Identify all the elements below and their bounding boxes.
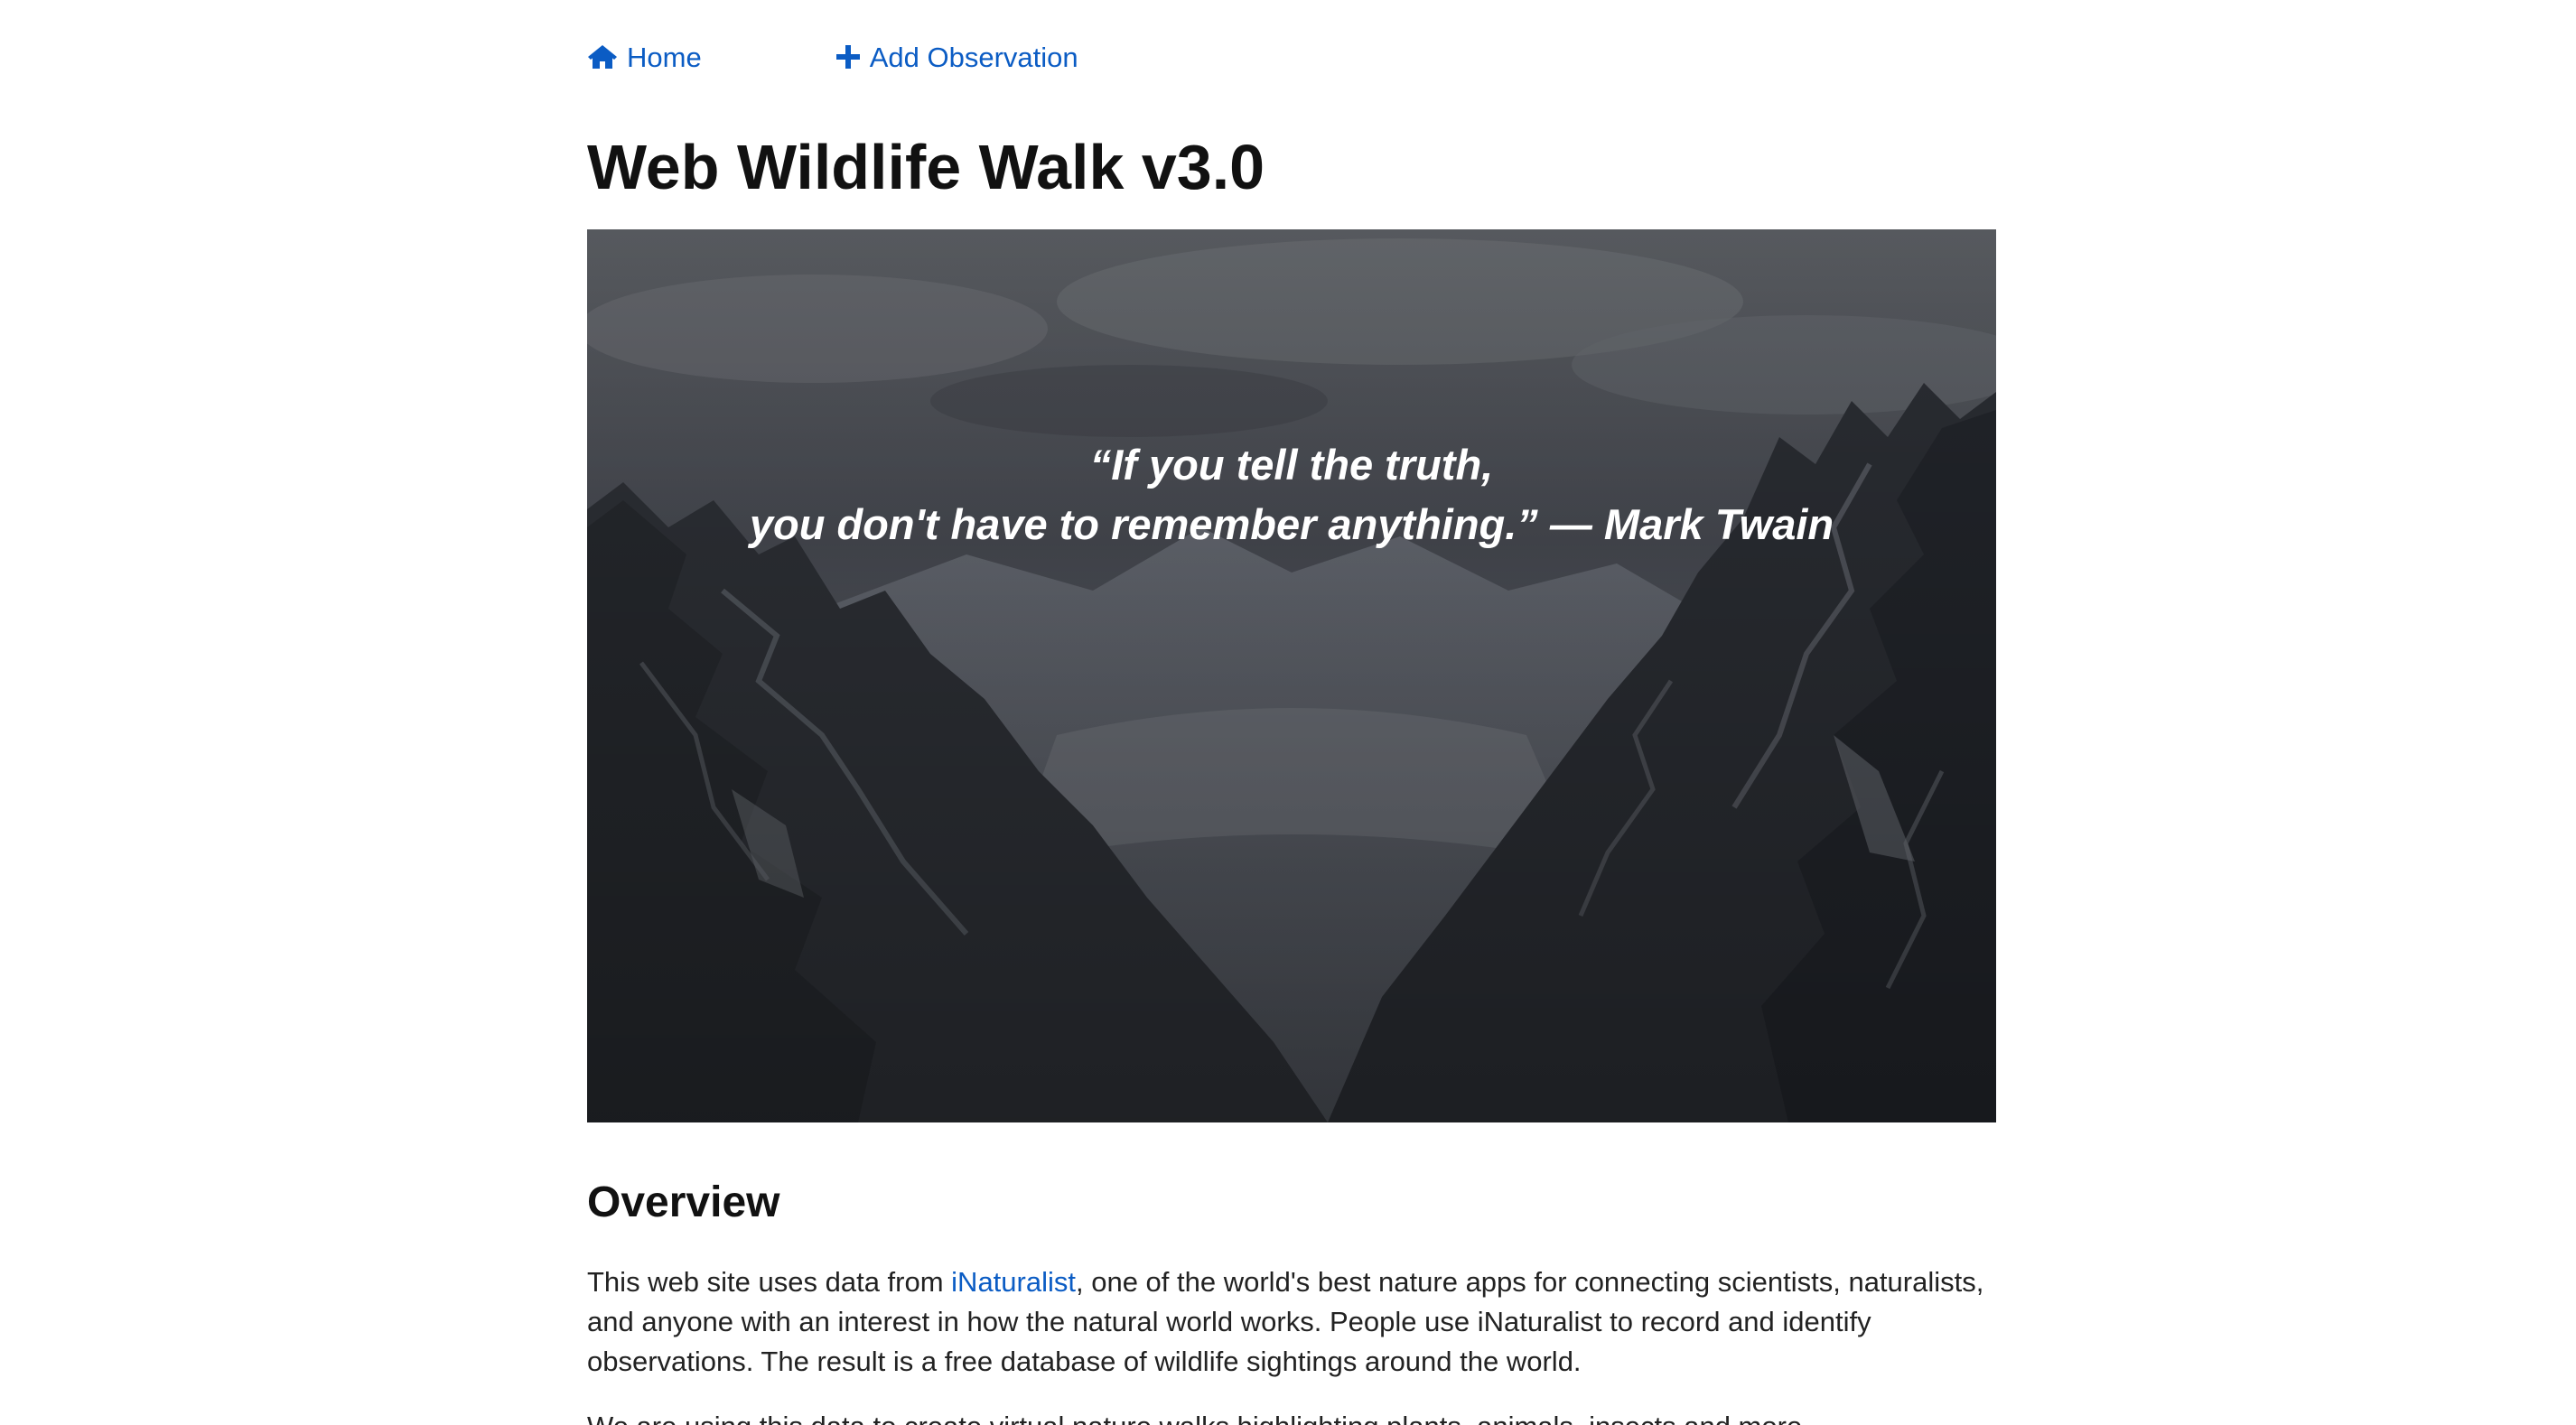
overview-paragraph: This web site uses data from iNaturalist…	[587, 1262, 1996, 1382]
home-icon	[588, 45, 617, 69]
mountain-background-image	[587, 229, 1996, 1122]
page-title: Web Wildlife Walk v3.0	[587, 132, 1265, 202]
main-container: Home Add Observation Web Wildlife Walk v…	[587, 0, 1996, 1425]
hero-quote: “If you tell the truth, you don't have t…	[587, 435, 1996, 554]
home-link[interactable]: Home	[587, 43, 702, 71]
top-nav: Home Add Observation	[587, 0, 1996, 114]
overview-text-start: This web site uses data from	[587, 1266, 952, 1298]
overview-heading: Overview	[587, 1178, 780, 1226]
hero-quote-line-2: you don't have to remember anything.” — …	[749, 500, 1834, 548]
inaturalist-link[interactable]: iNaturalist	[951, 1266, 1076, 1298]
add-observation-link[interactable]: Add Observation	[835, 43, 1078, 71]
plus-icon	[835, 45, 860, 69]
hero-banner: “If you tell the truth, you don't have t…	[587, 229, 1996, 1122]
hero-quote-line-1: “If you tell the truth,	[1089, 441, 1494, 489]
home-link-label: Home	[627, 41, 702, 73]
add-observation-label: Add Observation	[869, 41, 1078, 73]
overview-paragraph-2: We are using this data to create virtual…	[587, 1407, 1996, 1425]
page: Home Add Observation Web Wildlife Walk v…	[0, 0, 2576, 1425]
